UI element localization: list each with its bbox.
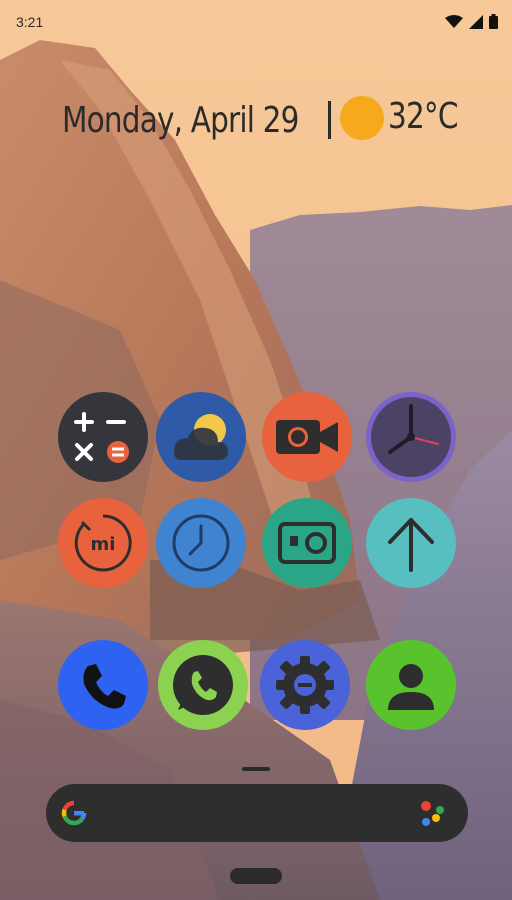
status-bar: 3:21 (0, 0, 512, 42)
date-text: Monday, April 29 (62, 99, 299, 141)
mi-icon[interactable]: mi (58, 498, 148, 588)
clock-icon[interactable] (366, 392, 456, 482)
sun-icon (340, 96, 384, 140)
whatsapp-icon[interactable] (158, 640, 248, 730)
status-icons (445, 14, 498, 29)
home-gesture-pill[interactable] (230, 868, 282, 884)
battery-icon (489, 14, 498, 29)
arrow-up-icon[interactable] (366, 498, 456, 588)
camera-icon[interactable] (262, 392, 352, 482)
signal-icon (469, 14, 483, 29)
google-search-bar[interactable] (46, 784, 468, 842)
phone-icon[interactable] (58, 640, 148, 730)
gallery-icon[interactable] (262, 498, 352, 588)
app-drawer-handle[interactable] (242, 767, 270, 771)
date-widget[interactable]: Monday, April 29 (62, 96, 351, 144)
temperature-text: 32°C (388, 96, 458, 137)
status-time: 3:21 (16, 14, 44, 30)
contacts-icon[interactable] (366, 640, 456, 730)
settings-icon[interactable] (260, 640, 350, 730)
svg-text:mi: mi (91, 534, 116, 555)
google-icon[interactable] (58, 797, 90, 829)
widget-separator (328, 101, 331, 139)
weather-icon[interactable] (156, 392, 246, 482)
assistant-icon[interactable] (414, 794, 454, 834)
alarm-clock-icon[interactable] (156, 498, 246, 588)
calculator-icon[interactable] (58, 392, 148, 482)
wifi-icon (445, 14, 463, 28)
